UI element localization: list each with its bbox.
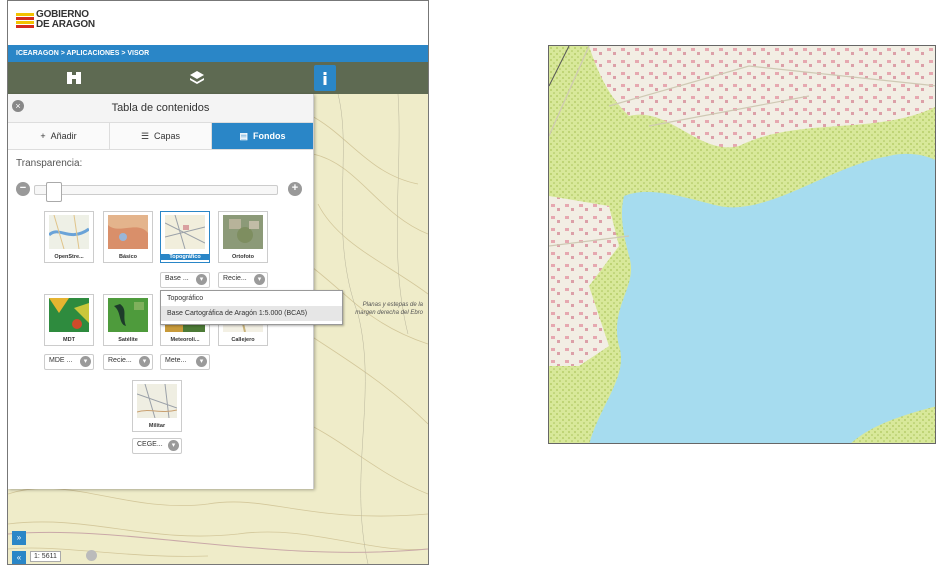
satelite-thumbnail — [108, 298, 148, 332]
map-region-label: Planas y estepas de la margen derecha de… — [355, 302, 423, 316]
header-branding: GOBIERNO DE ARAGON — [8, 1, 428, 45]
chevron-down-icon[interactable]: ▾ — [168, 440, 179, 451]
list-icon: ☰ — [140, 130, 150, 141]
chevron-down-icon[interactable]: ▾ — [80, 356, 91, 367]
basemap-render — [549, 46, 935, 443]
basemap-satelite[interactable]: Satélite — [103, 294, 153, 346]
panel-header: × Tabla de contenidos — [8, 94, 313, 123]
basemap-topografico[interactable]: Topográfico — [160, 211, 210, 263]
topografico-version-select[interactable]: Base ... ▾ — [160, 272, 210, 288]
dropdown-option-highlighted[interactable]: Base Cartográfica de Aragón 1:5.000 (BCA… — [161, 306, 342, 321]
chevron-down-icon[interactable]: ▾ — [196, 274, 207, 285]
right-map-screenshot — [548, 45, 936, 444]
breadcrumb: ICEARAGON > APLICACIONES > VISOR — [8, 45, 428, 62]
expand-icon[interactable]: » — [12, 531, 26, 545]
transparency-label: Transparencia: — [16, 158, 83, 169]
tab-fondos[interactable]: ▤ Fondos — [212, 123, 313, 149]
mdt-thumbnail — [49, 298, 89, 332]
satelite-version-select[interactable]: Recie... ▾ — [103, 354, 153, 370]
basemap-mdt[interactable]: MDT — [44, 294, 94, 346]
gobierno-aragon-logo: GOBIERNO DE ARAGON — [36, 9, 95, 30]
militar-version-select[interactable]: CEGE... ▾ — [132, 438, 182, 454]
scale-settings-icon[interactable] — [86, 550, 97, 561]
scale-box[interactable]: 1: 5611 — [30, 551, 61, 562]
topografico-dropdown-menu: Topográfico Base Cartográfica de Aragón … — [160, 290, 343, 325]
map-icon: ▤ — [239, 130, 248, 141]
decrease-transparency-icon[interactable]: − — [16, 182, 30, 196]
main-toolbar — [8, 62, 428, 94]
info-icon[interactable] — [314, 65, 336, 91]
basemap-ortofoto[interactable]: Ortofoto — [218, 211, 268, 263]
slider-thumb[interactable] — [46, 182, 62, 202]
openstreetmap-thumbnail — [49, 215, 89, 249]
tab-capas[interactable]: ☰ Capas — [110, 123, 212, 149]
layers-icon[interactable] — [186, 65, 208, 91]
binoculars-icon[interactable] — [63, 65, 85, 91]
slider-track[interactable] — [34, 182, 278, 202]
tab-anadir[interactable]: + Añadir — [8, 123, 110, 149]
basemap-militar[interactable]: Militar — [132, 380, 182, 432]
scale-value[interactable]: 5611 — [42, 553, 57, 560]
panel-tabs: + Añadir ☰ Capas ▤ Fondos — [8, 123, 313, 150]
ortofoto-thumbnail — [223, 215, 263, 249]
chevron-down-icon[interactable]: ▾ — [196, 356, 207, 367]
increase-transparency-icon[interactable]: + — [288, 182, 302, 196]
plus-icon: + — [40, 131, 46, 141]
topografico-thumbnail — [165, 215, 205, 249]
transparency-slider[interactable]: − + — [16, 182, 302, 202]
basemap-basico[interactable]: Básico — [103, 211, 153, 263]
mdt-version-select[interactable]: MDE ... ▾ — [44, 354, 94, 370]
dropdown-option[interactable]: Topográfico — [161, 291, 342, 306]
militar-thumbnail — [137, 384, 177, 418]
meteorologico-version-select[interactable]: Mete... ▾ — [160, 354, 210, 370]
basemap-openstreetmap[interactable]: OpenStre... — [44, 211, 94, 263]
basico-thumbnail — [108, 215, 148, 249]
left-viewer-screenshot: GOBIERNO DE ARAGON ICEARAGON > APLICACION… — [7, 0, 429, 565]
panel-title: Tabla de contenidos — [111, 102, 210, 114]
ortofoto-version-select[interactable]: Recie... ▾ — [218, 272, 268, 288]
chevron-down-icon[interactable]: ▾ — [254, 274, 265, 285]
aragon-flag-icon — [16, 13, 34, 29]
chevron-down-icon[interactable]: ▾ — [139, 356, 150, 367]
